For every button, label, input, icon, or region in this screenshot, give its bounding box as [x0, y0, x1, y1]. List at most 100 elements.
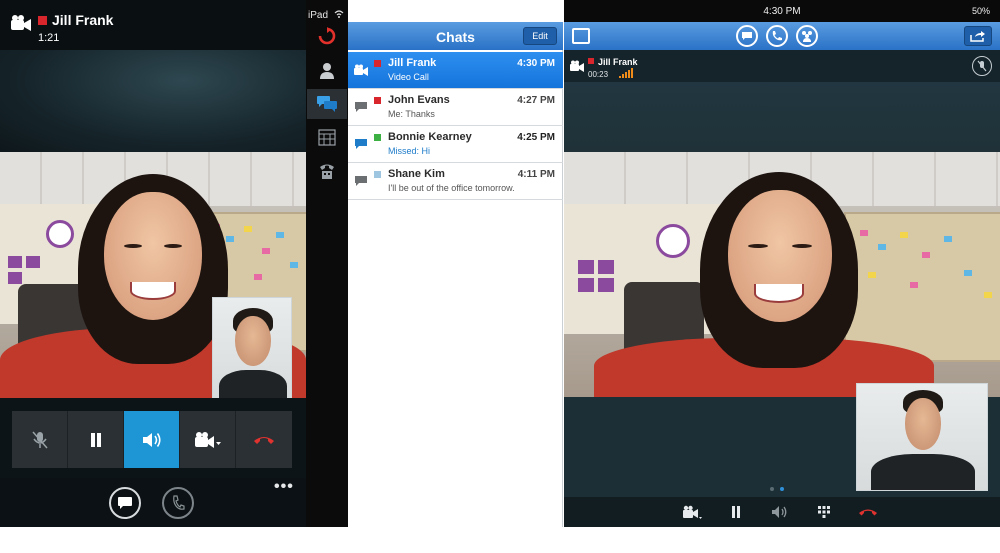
refresh-icon [318, 27, 336, 45]
participants-icon [802, 31, 812, 42]
edit-button[interactable]: Edit [523, 27, 557, 45]
chat-time: 4:25 PM [517, 132, 555, 143]
chat-bubble-icon [118, 497, 132, 509]
battery-level: 50% [971, 6, 990, 16]
chat-button[interactable] [109, 487, 141, 519]
call-toolbar [564, 22, 1000, 50]
participants-button[interactable] [796, 25, 818, 47]
chat-name: John Evans [388, 94, 450, 106]
speaker-icon [772, 506, 787, 518]
sidebar-item-chats[interactable] [307, 89, 347, 119]
mic-muted-icon [31, 431, 48, 448]
contact-name: Jill Frank [52, 12, 114, 28]
mute-button[interactable] [12, 411, 68, 468]
chat-row-jill-frank[interactable]: Jill Frank Video Call 4:30 PM [348, 52, 563, 89]
wifi-icon [334, 10, 344, 18]
hold-button[interactable] [68, 411, 124, 468]
pause-icon [90, 432, 101, 447]
page-dot [770, 487, 774, 491]
chat-row-bonnie-kearney[interactable]: Bonnie Kearney Missed: Hi 4:25 PM [348, 126, 563, 163]
pause-icon [732, 506, 740, 518]
hold-button[interactable] [726, 503, 746, 521]
remote-video-scene [564, 152, 1000, 397]
end-call-icon [859, 509, 877, 516]
video-backdrop [564, 82, 1000, 152]
share-icon [970, 31, 985, 42]
share-button[interactable] [964, 26, 992, 46]
call-info-bar: Jill Frank 00:23 [564, 50, 1000, 82]
sidebar-item-refresh[interactable] [307, 22, 347, 50]
presence-badge [38, 16, 47, 25]
keypad-icon [818, 506, 830, 518]
speaker-icon [142, 432, 161, 447]
mic-muted-icon [977, 60, 987, 72]
video-backdrop [0, 50, 306, 152]
person-icon [320, 63, 334, 79]
ipad-status-bar: 4:30 PM 50% [564, 0, 1000, 22]
sidebar-item-phone[interactable] [307, 156, 347, 186]
presence-badge [374, 60, 381, 67]
bottom-action-bar [0, 478, 306, 527]
chat-preview: Missed: Hi [388, 146, 431, 156]
chat-time: 4:11 PM [517, 169, 555, 180]
chat-preview: Me: Thanks [388, 109, 435, 119]
chat-bubble-blue-icon [355, 139, 367, 149]
page-dot [780, 487, 784, 491]
phone-icon [772, 31, 782, 41]
end-call-icon [254, 436, 274, 444]
chat-row-shane-kim[interactable]: Shane Kim I'll be out of the office tomo… [348, 163, 563, 200]
chat-preview: Video Call [388, 72, 429, 82]
chats-icon [317, 96, 337, 112]
video-camera-icon [570, 60, 584, 72]
speaker-button[interactable] [124, 411, 180, 468]
end-call-button[interactable] [858, 503, 878, 521]
end-call-button[interactable] [236, 411, 292, 468]
chat-bubble-icon [355, 176, 367, 186]
chats-header: Chats Edit [348, 22, 563, 50]
sidebar-toggle-icon[interactable] [572, 28, 590, 44]
calendar-icon [318, 129, 336, 146]
speaker-button[interactable] [770, 503, 790, 521]
self-view-video[interactable] [856, 383, 988, 491]
ipad-video-call: 4:30 PM 50% Jill Frank 00:23 [564, 0, 1000, 527]
chat-row-john-evans[interactable]: John Evans Me: Thanks 4:27 PM [348, 89, 563, 126]
video-toggle-button[interactable] [682, 503, 702, 521]
chat-name: Shane Kim [388, 168, 445, 180]
device-label: iPad [308, 10, 329, 21]
phone-icon [173, 495, 185, 510]
contact-name: Jill Frank [598, 57, 638, 67]
presence-badge [588, 58, 594, 64]
remote-video [564, 152, 1000, 397]
mic-button[interactable] [972, 56, 992, 76]
chats-panel: Chats Edit Jill Frank Video Call 4:30 PM… [348, 22, 563, 527]
call-header: Jill Frank 1:21 [0, 0, 306, 50]
phone-button[interactable] [766, 25, 788, 47]
presence-badge [374, 134, 381, 141]
phone-button[interactable] [162, 487, 194, 519]
call-controls [12, 411, 292, 468]
sidebar-item-calendar[interactable] [307, 122, 347, 152]
self-view-video[interactable] [212, 297, 292, 398]
call-timer: 00:23 [588, 70, 609, 79]
phone-video-call: Jill Frank 1:21 ••• [0, 0, 306, 527]
video-camera-icon [194, 431, 221, 448]
chat-name: Bonnie Kearney [388, 131, 472, 143]
signal-strength-icon [619, 68, 633, 78]
chat-preview: I'll be out of the office tomorrow. [388, 183, 515, 193]
video-camera-icon [11, 15, 31, 31]
call-timer: 1:21 [38, 32, 60, 44]
call-controls [564, 497, 1000, 527]
chat-time: 4:27 PM [517, 95, 555, 106]
presence-badge [374, 97, 381, 104]
chat-time: 4:30 PM [517, 58, 555, 69]
video-toggle-button[interactable] [180, 411, 236, 468]
status-clock: 4:30 PM [763, 6, 801, 17]
video-camera-icon [683, 505, 702, 519]
chat-button[interactable] [736, 25, 758, 47]
sidebar-item-contacts[interactable] [307, 56, 347, 86]
more-options-button[interactable]: ••• [274, 478, 294, 496]
keypad-button[interactable] [814, 503, 834, 521]
remote-video [0, 152, 306, 398]
chat-name: Jill Frank [388, 57, 437, 69]
screenshot-root: Jill Frank 1:21 ••• iPad Chats Edit Jill… [0, 0, 1000, 553]
